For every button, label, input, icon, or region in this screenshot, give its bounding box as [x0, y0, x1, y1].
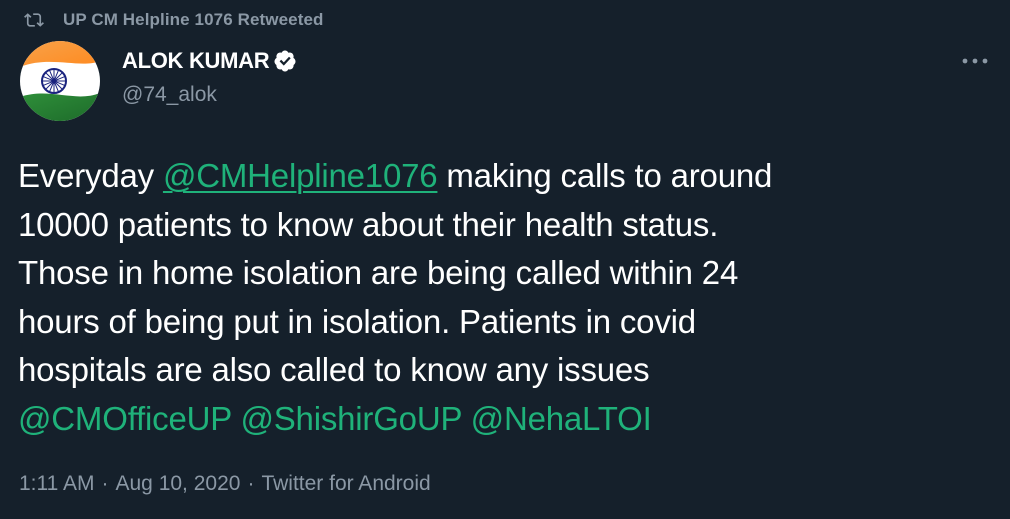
date-link[interactable]: Aug 10, 2020 — [116, 472, 241, 495]
more-options-icon — [962, 58, 988, 64]
mention-link[interactable]: @CMOfficeUP — [18, 400, 232, 437]
display-name[interactable]: ALOK KUMAR — [122, 48, 270, 74]
tweet-line-1: Everyday @CMHelpline1076 making calls to… — [18, 152, 978, 201]
mention-link[interactable]: @CMHelpline1076 — [163, 157, 438, 194]
tweet-text-segment: Everyday — [18, 157, 163, 194]
avatar[interactable] — [20, 41, 100, 121]
retweet-banner[interactable]: UP CM Helpline 1076 Retweeted — [24, 9, 324, 31]
retweet-label[interactable]: UP CM Helpline 1076 Retweeted — [63, 10, 324, 30]
separator-dot: · — [247, 472, 255, 495]
retweet-icon — [24, 13, 44, 27]
timestamp-link[interactable]: 1:11 AM — [19, 472, 95, 495]
tweet-metadata: 1:11 AM · Aug 10, 2020 · Twitter for Android — [19, 472, 431, 496]
author-handle[interactable]: @74_alok — [122, 83, 217, 107]
verified-badge-icon — [274, 50, 296, 72]
tweet-line-2: 10000 patients to know about their healt… — [18, 205, 719, 243]
tweet-body: Everyday @CMHelpline1076 making calls to… — [18, 152, 978, 443]
mention-link[interactable]: @NehaLTOI — [471, 400, 652, 437]
tweet-text-segment: making calls to around — [437, 157, 773, 194]
indian-flag-avatar — [20, 41, 100, 121]
author-name-row[interactable]: ALOK KUMAR — [122, 48, 297, 74]
more-options-button[interactable] — [958, 48, 992, 74]
mention-link[interactable]: @ShishirGoUP — [240, 400, 461, 437]
tweet-line-4: hours of being put in isolation. Patient… — [18, 302, 696, 340]
separator-dot: · — [101, 472, 109, 495]
tweet-line-5: hospitals are also called to know any is… — [18, 351, 650, 388]
source-link[interactable]: Twitter for Android — [261, 472, 430, 495]
tweet-line-6: @CMOfficeUP @ShishirGoUP @NehaLTOI — [18, 395, 978, 444]
tweet-line-3: Those in home isolation are being called… — [18, 254, 739, 291]
